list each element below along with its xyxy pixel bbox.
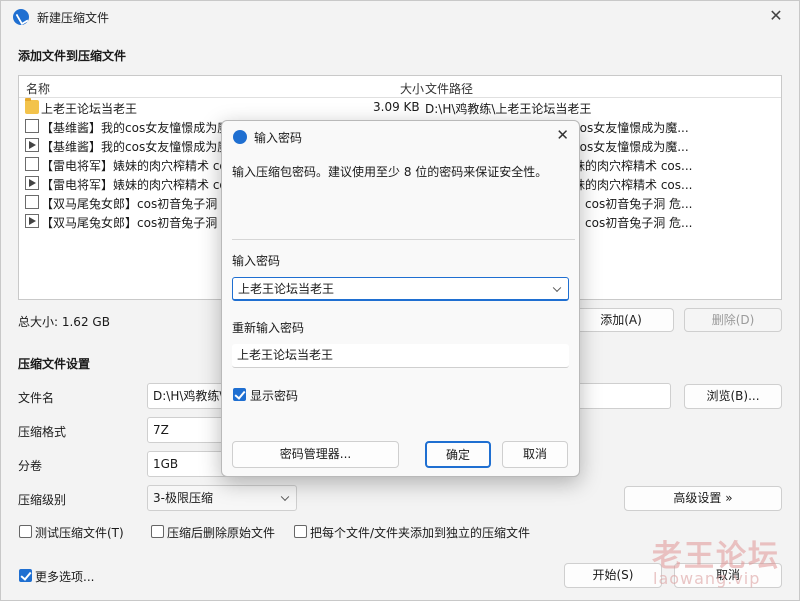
format-label: 压缩格式 <box>18 425 67 439</box>
start-button[interactable]: 开始(S) <box>564 563 662 588</box>
password-dialog: 输入密码 ✕ 输入压缩包密码。建议使用至少 8 位的密码来保证安全性。 输入密码… <box>221 120 580 477</box>
file-name: 【雷电将军】婊妹的肉穴榨精术 co <box>41 178 227 192</box>
advanced-settings-button[interactable]: 高级设置 » <box>624 486 782 511</box>
folder-icon <box>25 98 39 114</box>
reenter-input[interactable]: 上老王论坛当老王 <box>232 344 569 368</box>
password-input[interactable]: 上老王论坛当老王 <box>232 277 569 301</box>
document-icon <box>25 195 39 209</box>
more-options-label: 更多选项... <box>35 570 95 584</box>
file-name: 【基维酱】我的cos女友憧憬成为魔 <box>41 140 230 154</box>
password-manager-button[interactable]: 密码管理器... <box>232 441 399 468</box>
delete-button[interactable]: 删除(D) <box>684 308 782 332</box>
video-icon <box>25 214 39 228</box>
format-value: 7Z <box>153 423 169 437</box>
password-label: 输入密码 <box>232 254 281 268</box>
window-title: 新建压缩文件 <box>37 11 110 25</box>
separate-archives-label: 把每个文件/文件夹添加到独立的压缩文件 <box>310 526 531 540</box>
password-value: 上老王论坛当老王 <box>238 282 335 296</box>
delete-original-label: 压缩后删除原始文件 <box>167 526 276 540</box>
file-path: cos女友憧憬成为魔... <box>573 140 689 154</box>
app-logo-icon <box>233 130 247 144</box>
dialog-hint: 输入压缩包密码。建议使用至少 8 位的密码来保证安全性。 <box>232 165 548 179</box>
file-name: 【双马尾兔女郎】cos初音兔子洞 危 <box>41 197 234 211</box>
file-path: cos女友憧憬成为魔... <box>573 121 689 135</box>
reenter-label: 重新输入密码 <box>232 321 305 335</box>
test-archive-label: 测试压缩文件(T) <box>35 526 124 540</box>
column-path[interactable]: 文件路径 <box>425 80 473 97</box>
window-close-icon[interactable]: ✕ <box>767 7 785 25</box>
watermark-url: laowang.vip <box>653 569 761 588</box>
more-options-checkbox[interactable] <box>19 569 32 582</box>
app-logo-icon <box>13 9 29 25</box>
file-row[interactable]: 上老王论坛当老王 3.09 KB D:\H\鸡教练\上老王论坛当老王 <box>19 98 781 117</box>
total-size: 总大小: 1.62 GB <box>18 315 110 329</box>
ok-button[interactable]: 确定 <box>425 441 491 468</box>
chevron-down-icon[interactable] <box>552 283 562 292</box>
title-bar: 新建压缩文件 ✕ <box>1 1 799 33</box>
show-password-label: 显示密码 <box>250 389 299 403</box>
test-archive-checkbox[interactable] <box>19 525 32 538</box>
file-path: 妹的肉穴榨精术 cos... <box>573 159 693 173</box>
video-icon <box>25 138 39 152</box>
file-path: D:\H\鸡教练\上老王论坛当老王 <box>425 102 592 116</box>
filename-label: 文件名 <box>18 391 55 405</box>
level-select[interactable]: 3-极限压缩 <box>147 485 297 511</box>
level-label: 压缩级别 <box>18 493 67 507</box>
file-name: 【基维酱】我的cos女友憧憬成为魔 <box>41 121 230 135</box>
document-icon <box>25 119 39 133</box>
settings-section-title: 压缩文件设置 <box>18 357 91 371</box>
dialog-close-icon[interactable]: ✕ <box>556 126 569 144</box>
browse-button[interactable]: 浏览(B)... <box>684 384 782 409</box>
chevron-down-icon <box>280 492 290 502</box>
document-icon <box>25 157 39 171</box>
level-value: 3-极限压缩 <box>153 491 213 505</box>
compress-window: 新建压缩文件 ✕ 添加文件到压缩文件 名称 大小 文件路径 上老王论坛当老王 3… <box>0 0 800 601</box>
file-path: 】cos初音兔子洞 危... <box>573 216 693 230</box>
file-path: 】cos初音兔子洞 危... <box>573 197 693 211</box>
split-value: 1GB <box>153 457 179 471</box>
dialog-cancel-button[interactable]: 取消 <box>502 441 568 468</box>
column-name[interactable]: 名称 <box>26 80 50 97</box>
file-size: 3.09 KB <box>373 100 420 114</box>
dialog-divider <box>232 239 575 240</box>
file-name: 【双马尾兔女郎】cos初音兔子洞 危 <box>41 216 234 230</box>
file-name: 上老王论坛当老王 <box>41 102 138 116</box>
file-section-title: 添加文件到压缩文件 <box>18 49 127 63</box>
file-path: 妹的肉穴榨精术 cos... <box>573 178 693 192</box>
file-list-header: 名称 大小 文件路径 <box>19 76 781 98</box>
dialog-title: 输入密码 <box>254 131 303 145</box>
column-size[interactable]: 大小 <box>400 80 424 97</box>
separate-archives-checkbox[interactable] <box>294 525 307 538</box>
split-label: 分卷 <box>18 459 43 473</box>
show-password-checkbox[interactable] <box>233 388 246 401</box>
file-name: 【雷电将军】婊妹的肉穴榨精术 co <box>41 159 227 173</box>
video-icon <box>25 176 39 190</box>
delete-original-checkbox[interactable] <box>151 525 164 538</box>
add-button[interactable]: 添加(A) <box>568 308 674 332</box>
